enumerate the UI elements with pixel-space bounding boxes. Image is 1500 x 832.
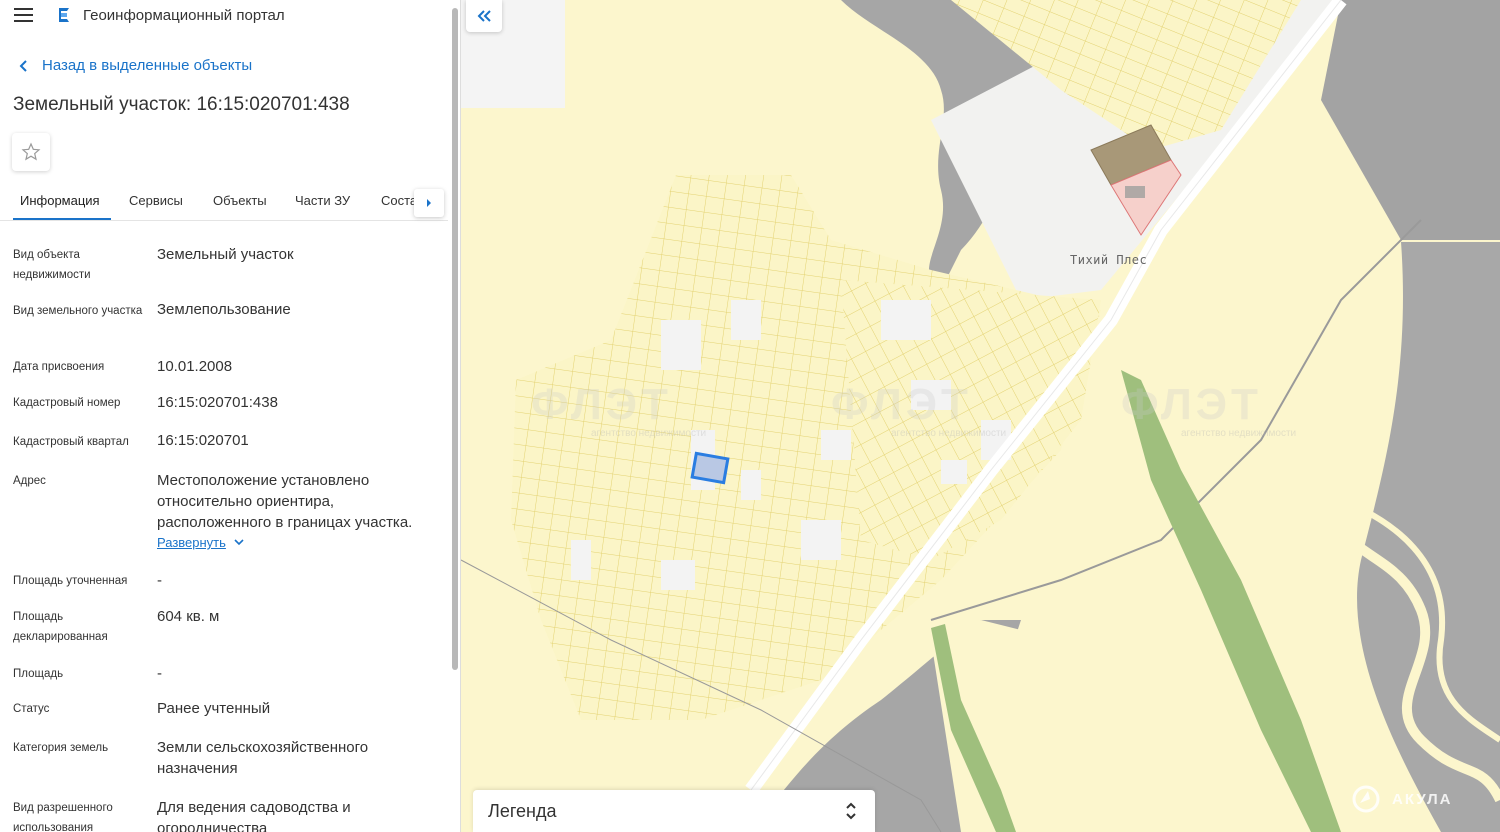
- prop-label-assign-date: Дата присвоения: [13, 361, 105, 373]
- prop-label-area: Площадь: [13, 668, 64, 680]
- prop-value-assign-date: 10.01.2008: [157, 358, 233, 375]
- menu-icon[interactable]: [14, 8, 34, 23]
- tab-composition[interactable]: Соста: [381, 193, 417, 208]
- prop-value-area-declared: 604 кв. м: [157, 608, 220, 625]
- legend-title: Легенда: [488, 801, 557, 821]
- prop-label-area-declared: Площадь декларированная: [13, 611, 108, 643]
- prop-value-permitted-use: Для ведения садоводства и огородничества: [157, 799, 351, 832]
- panel-scrollbar[interactable]: [452, 8, 458, 670]
- tab-bar: Информация Сервисы Объекты Части ЗУ Сост…: [0, 185, 448, 221]
- tab-information[interactable]: Информация: [20, 193, 100, 208]
- prop-label-object-type: Вид объекта недвижимости: [13, 249, 91, 281]
- back-to-selected-link[interactable]: Назад в выделенные объекты: [18, 57, 252, 74]
- cadastral-map[interactable]: ФЛЭТ ФЛЭТ ФЛЭТ ФЛЭТ агентство недвижимос…: [461, 0, 1500, 832]
- app-title: Геоинформационный портал: [83, 7, 285, 24]
- prop-value-land-type: Землепользование: [157, 301, 291, 318]
- prop-label-land-category: Категория земель: [13, 742, 109, 754]
- caret-right-icon: [427, 199, 431, 207]
- star-icon: [21, 142, 41, 161]
- prop-label-status: Статус: [13, 703, 50, 715]
- prop-label-cadastral-block: Кадастровый квартал: [13, 436, 129, 448]
- chevron-left-icon: [19, 59, 27, 72]
- tab-services[interactable]: Сервисы: [129, 193, 183, 208]
- prop-label-permitted-use: Вид разрешенного использования: [13, 802, 113, 832]
- address-expand-link[interactable]: Развернуть: [157, 535, 244, 550]
- back-link-label: Назад в выделенные объекты: [42, 57, 253, 74]
- prop-label-address: Адрес: [13, 475, 46, 487]
- tab-parts[interactable]: Части ЗУ: [295, 193, 350, 208]
- prop-label-cadastral-number: Кадастровый номер: [13, 397, 121, 409]
- prop-value-area: -: [157, 665, 162, 682]
- tabs-scroll-right-button[interactable]: [414, 189, 444, 217]
- prop-value-land-category: Земли сельскохозяйственного назначения: [157, 739, 369, 777]
- expand-label: Развернуть: [157, 535, 226, 550]
- map-canvas: [461, 0, 1500, 832]
- info-panel: Геоинформационный портал Назад в выделен…: [0, 0, 461, 832]
- prop-value-status: Ранее учтенный: [157, 700, 271, 717]
- prop-value-cadastral-number: 16:15:020701:438: [157, 394, 278, 411]
- double-chevron-left-icon: [477, 10, 491, 22]
- collapse-panel-button[interactable]: [466, 0, 502, 32]
- object-title: Земельный участок: 16:15:020701:438: [13, 94, 350, 115]
- selected-parcel: [690, 451, 730, 485]
- top-bar: Геоинформационный портал: [0, 0, 460, 32]
- prop-value-cadastral-block: 16:15:020701: [157, 432, 249, 449]
- legend-panel[interactable]: Легенда: [473, 790, 875, 832]
- tab-objects[interactable]: Объекты: [213, 193, 267, 208]
- expand-collapse-icon: [846, 802, 856, 820]
- prop-value-address: Местоположение установлено относительно …: [157, 472, 413, 531]
- place-label: Тихий Плес: [1070, 253, 1148, 267]
- portal-logo-icon: [59, 8, 69, 22]
- favorite-button[interactable]: [12, 133, 50, 171]
- prop-value-object-type: Земельный участок: [157, 246, 294, 263]
- prop-label-area-refined: Площадь уточненная: [13, 575, 128, 587]
- chevron-down-icon: [234, 539, 244, 546]
- prop-label-land-type: Вид земельного участка: [13, 305, 143, 317]
- active-tab-indicator: [13, 218, 111, 220]
- prop-value-area-refined: -: [157, 572, 162, 589]
